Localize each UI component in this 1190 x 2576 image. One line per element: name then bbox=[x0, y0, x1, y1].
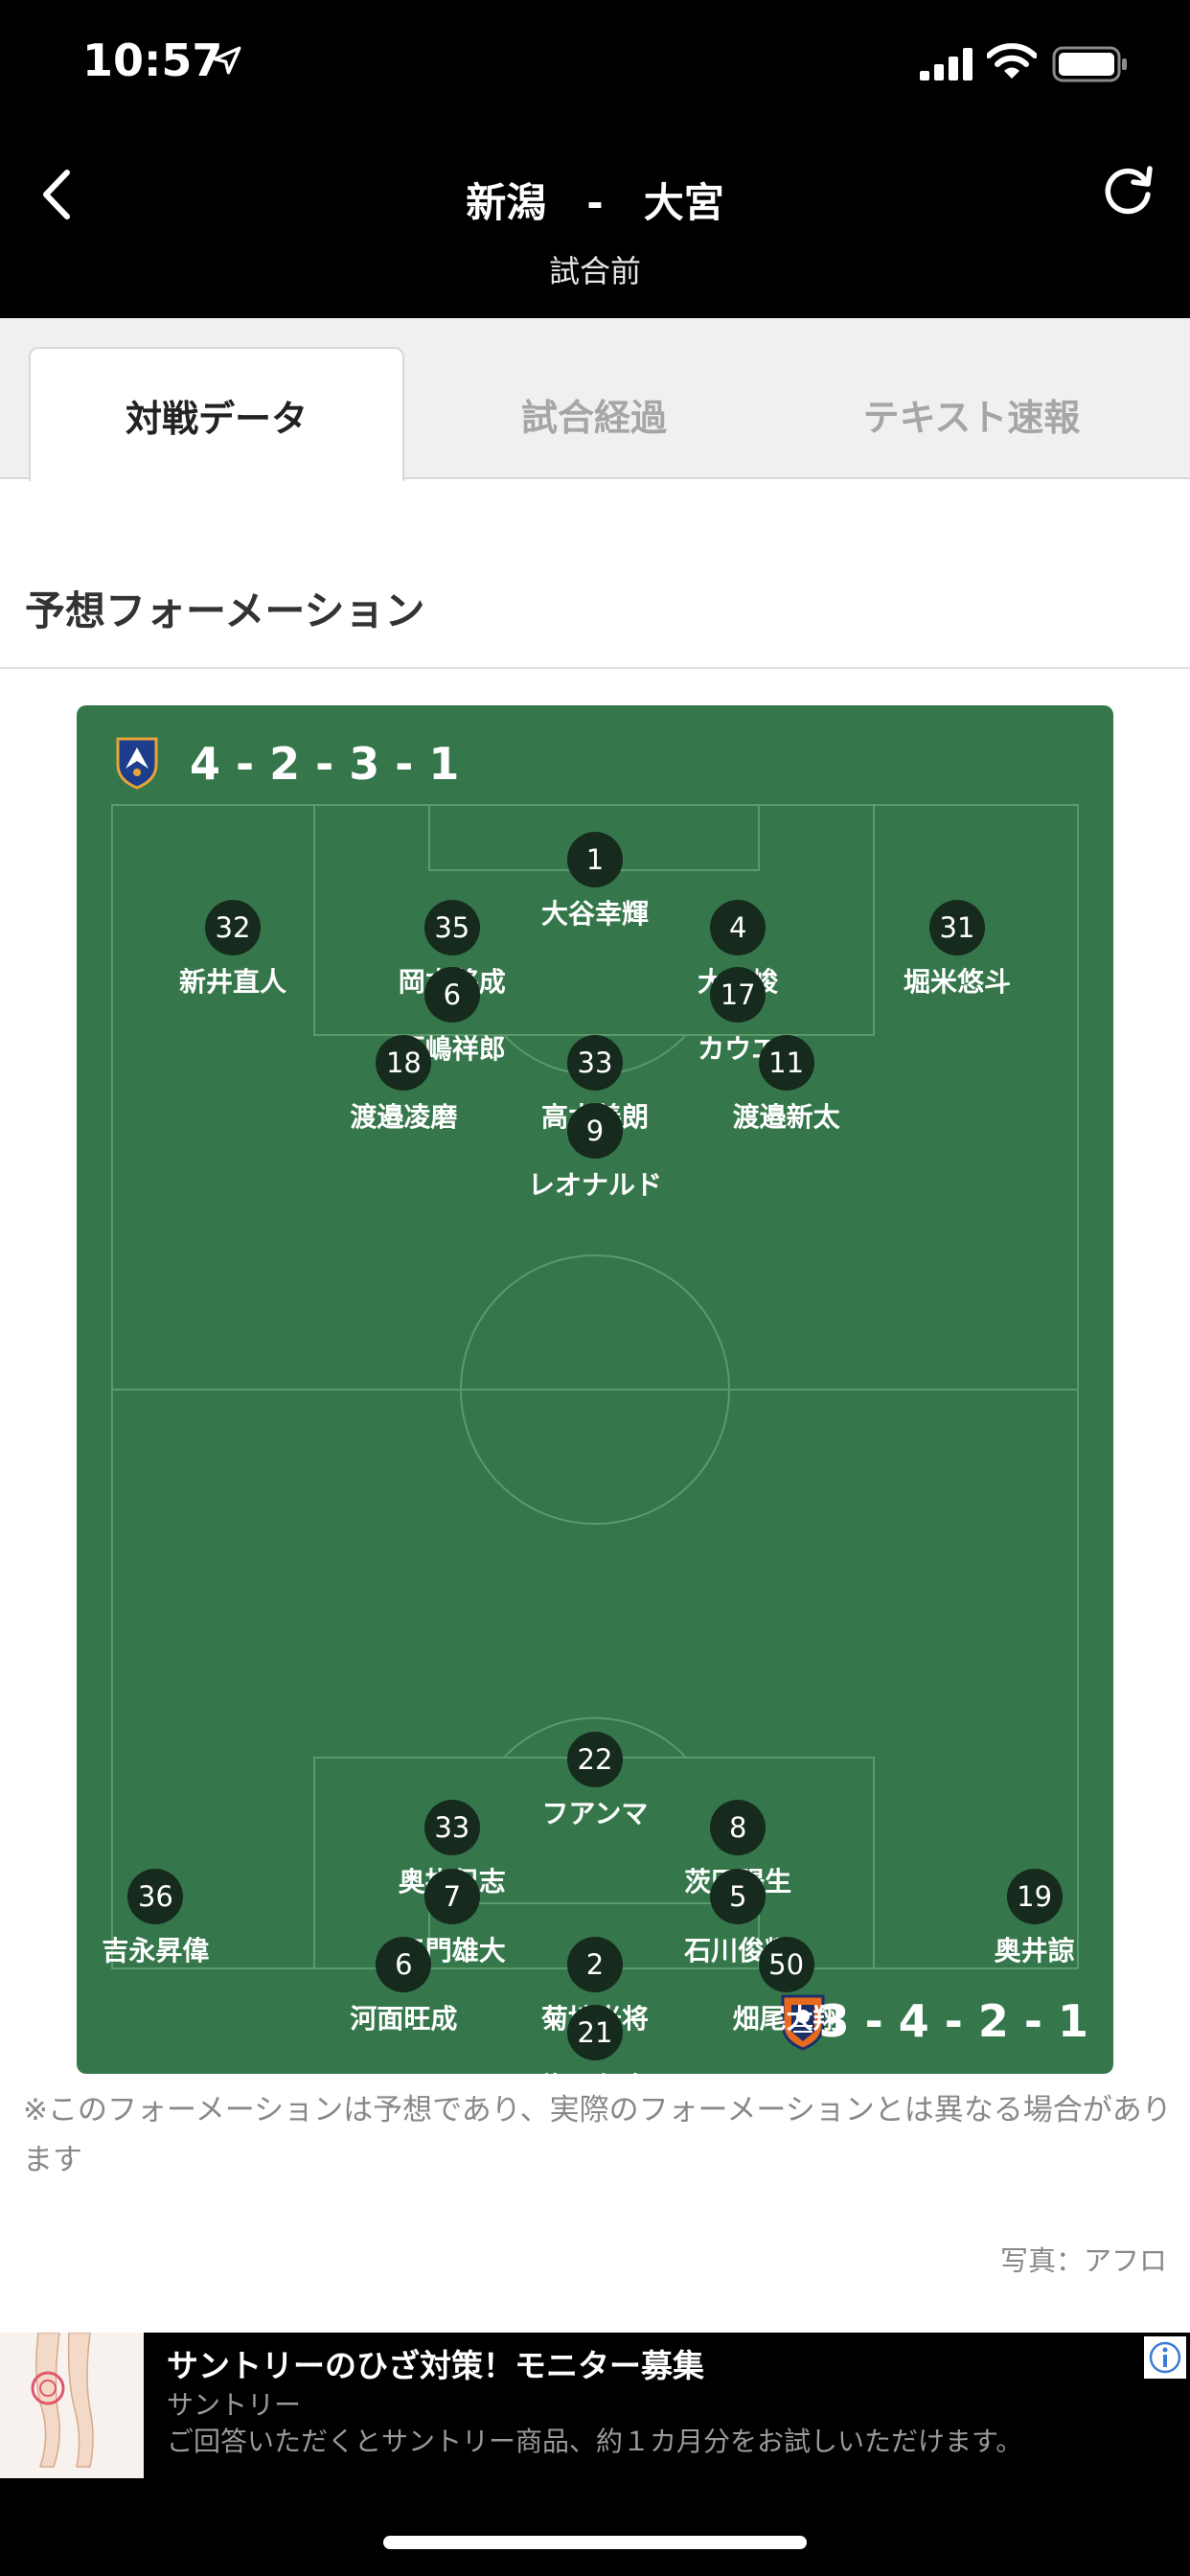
player-number: 11 bbox=[758, 1035, 814, 1091]
location-arrow-icon bbox=[213, 46, 241, 75]
albirex-niigata-emblem-icon bbox=[116, 737, 158, 790]
navigation-bar: 新潟 - 大宮 試合前 bbox=[0, 134, 1190, 318]
player-number: 32 bbox=[205, 900, 261, 955]
player-number: 50 bbox=[758, 1937, 814, 1992]
photo-credit: 写真：アフロ bbox=[999, 2244, 1167, 2277]
ad-banner[interactable]: サントリーのひざ対策！モニター募集 サントリー ご回答いただくとサントリー商品、… bbox=[0, 2333, 1190, 2478]
home-player: 32 新井直人 bbox=[108, 900, 357, 1000]
formation-pitch: 4 - 2 - 3 - 1 3 - 4 - 2 - 1 1 大谷幸輝 32 新井直人 3… bbox=[77, 705, 1113, 2074]
away-player: 19 奥井諒 bbox=[910, 1869, 1113, 1968]
home-player: 31 堀米悠斗 bbox=[833, 900, 1082, 1000]
player-number: 33 bbox=[567, 1035, 623, 1091]
tab-bar: 対戦データ 試合経過 テキスト速報 bbox=[0, 318, 1190, 481]
tab-match-progress[interactable]: 試合経過 bbox=[406, 347, 782, 481]
tab-match-data[interactable]: 対戦データ bbox=[29, 347, 404, 481]
player-name: 新井直人 bbox=[178, 966, 286, 998]
player-number: 1 bbox=[567, 832, 623, 887]
home-indicator[interactable] bbox=[383, 2536, 807, 2549]
player-name: 堀米悠斗 bbox=[903, 966, 1011, 998]
player-number: 6 bbox=[423, 967, 480, 1023]
home-player: 9 レオナルド bbox=[470, 1103, 720, 1203]
match-status: 試合前 bbox=[548, 253, 641, 289]
player-number: 21 bbox=[567, 2005, 623, 2060]
refresh-icon[interactable] bbox=[1100, 163, 1156, 218]
cellular-signal-icon bbox=[920, 48, 973, 80]
away-player: 36 吉永昇偉 bbox=[77, 1869, 280, 1968]
player-name: 塩田仁史 bbox=[470, 2066, 720, 2074]
ad-body: ご回答いただくとサントリー商品、約１カ月分をお試しいただけます。 bbox=[167, 2426, 1023, 2457]
tab-text-live[interactable]: テキスト速報 bbox=[784, 347, 1159, 481]
section-title: 予想フォーメーション bbox=[25, 587, 425, 634]
player-number: 18 bbox=[376, 1035, 432, 1091]
player-name: 奥井諒 bbox=[994, 1935, 1075, 1966]
player-number: 9 bbox=[567, 1103, 623, 1159]
player-number: 17 bbox=[710, 967, 767, 1023]
ad-title[interactable]: サントリーのひざ対策！モニター募集 bbox=[167, 2340, 704, 2386]
section-divider bbox=[0, 667, 1190, 669]
ad-thumbnail[interactable] bbox=[0, 2333, 144, 2478]
player-number: 6 bbox=[376, 1937, 432, 1992]
ad-info-icon[interactable] bbox=[1144, 2336, 1186, 2379]
bottom-safe-area bbox=[0, 2478, 1190, 2576]
player-name: 吉永昇偉 bbox=[102, 1935, 210, 1966]
status-bar: 10:57 bbox=[0, 0, 1190, 134]
player-number: 22 bbox=[567, 1732, 623, 1787]
player-number: 33 bbox=[423, 1800, 480, 1855]
formation-disclaimer: ※このフォーメーションは予想であり、実際のフォーメーションとは異なる場合がありま… bbox=[23, 2093, 1172, 2177]
player-number: 31 bbox=[929, 900, 985, 955]
player-name: レオナルド bbox=[527, 1169, 662, 1201]
ad-sponsor: サントリー bbox=[167, 2389, 302, 2421]
player-number: 36 bbox=[127, 1869, 184, 1924]
match-title: 新潟 - 大宮 bbox=[466, 179, 724, 226]
player-number: 7 bbox=[423, 1869, 480, 1924]
wifi-icon bbox=[987, 43, 1037, 79]
player-number: 35 bbox=[423, 900, 480, 955]
battery-icon bbox=[1052, 46, 1127, 82]
home-formation: 4 - 2 - 3 - 1 bbox=[190, 738, 460, 790]
player-number: 8 bbox=[710, 1800, 767, 1855]
player-number: 2 bbox=[567, 1937, 623, 1992]
player-number: 19 bbox=[1006, 1869, 1063, 1924]
player-number: 4 bbox=[710, 900, 767, 955]
status-time: 10:57 bbox=[82, 34, 223, 86]
away-player: 21 塩田仁史 bbox=[470, 2005, 720, 2074]
player-number: 5 bbox=[710, 1869, 767, 1924]
